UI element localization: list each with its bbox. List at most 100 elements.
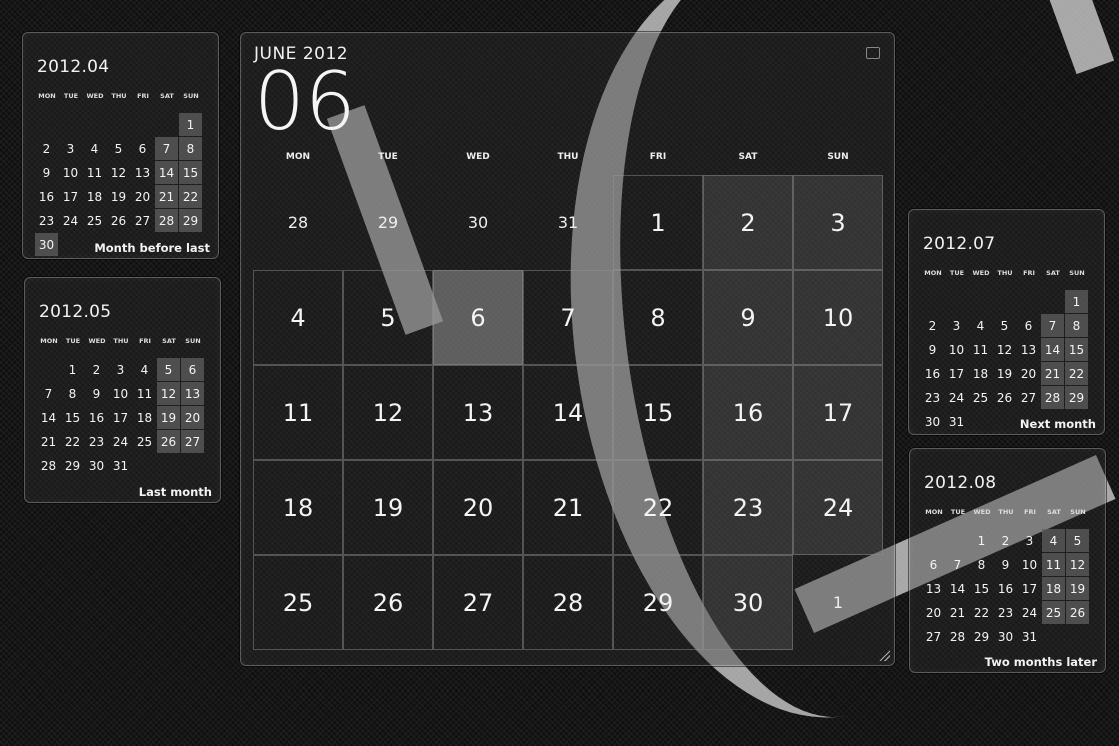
day-cell[interactable]: 16 [703, 365, 793, 460]
mini-day-cell[interactable]: 4 [133, 358, 156, 381]
mini-day-cell[interactable]: 25 [133, 430, 156, 453]
mini-day-cell[interactable]: 26 [157, 430, 180, 453]
day-cell[interactable]: 4 [253, 270, 343, 365]
mini-day-cell[interactable]: 17 [945, 362, 968, 385]
mini-day-cell[interactable]: 6 [922, 553, 945, 576]
day-cell[interactable]: 1 [793, 555, 883, 650]
mini-day-cell[interactable]: 14 [155, 161, 178, 184]
mini-day-cell[interactable]: 11 [133, 382, 156, 405]
mini-day-cell[interactable]: 8 [61, 382, 84, 405]
mini-day-cell[interactable]: 9 [35, 161, 58, 184]
mini-day-cell[interactable]: 25 [1042, 601, 1065, 624]
mini-day-cell[interactable]: 3 [1018, 529, 1041, 552]
mini-day-cell[interactable]: 21 [946, 601, 969, 624]
mini-day-cell[interactable]: 20 [131, 185, 154, 208]
day-cell[interactable]: 28 [253, 175, 343, 270]
day-cell[interactable]: 27 [433, 555, 523, 650]
mini-day-cell[interactable]: 22 [970, 601, 993, 624]
mini-day-cell[interactable]: 21 [37, 430, 60, 453]
mini-day-cell[interactable]: 21 [155, 185, 178, 208]
mini-day-cell[interactable]: 13 [131, 161, 154, 184]
mini-day-cell[interactable]: 9 [85, 382, 108, 405]
mini-day-cell[interactable]: 3 [59, 137, 82, 160]
mini-day-cell[interactable]: 20 [1017, 362, 1040, 385]
mini-day-cell[interactable]: 28 [37, 454, 60, 477]
mini-day-cell[interactable]: 1 [179, 113, 202, 136]
mini-day-cell[interactable]: 2 [85, 358, 108, 381]
mini-day-cell[interactable]: 3 [945, 314, 968, 337]
mini-day-cell[interactable]: 9 [921, 338, 944, 361]
day-cell[interactable]: 22 [613, 460, 703, 555]
mini-day-cell[interactable]: 5 [107, 137, 130, 160]
mini-day-cell[interactable]: 14 [37, 406, 60, 429]
day-cell[interactable]: 30 [703, 555, 793, 650]
mini-day-cell[interactable]: 12 [993, 338, 1016, 361]
mini-day-cell[interactable]: 20 [922, 601, 945, 624]
day-cell[interactable]: 24 [793, 460, 883, 555]
fullscreen-icon[interactable] [866, 47, 880, 59]
mini-day-cell[interactable]: 6 [1017, 314, 1040, 337]
day-cell[interactable]: 13 [433, 365, 523, 460]
mini-day-cell[interactable]: 19 [1066, 577, 1089, 600]
day-cell[interactable]: 19 [343, 460, 433, 555]
mini-day-cell[interactable]: 8 [970, 553, 993, 576]
mini-day-cell[interactable]: 27 [1017, 386, 1040, 409]
mini-day-cell[interactable]: 12 [157, 382, 180, 405]
mini-day-cell[interactable]: 23 [85, 430, 108, 453]
mini-day-cell[interactable]: 12 [1066, 553, 1089, 576]
mini-day-cell[interactable]: 4 [1042, 529, 1065, 552]
mini-day-cell[interactable]: 17 [1018, 577, 1041, 600]
mini-day-cell[interactable]: 8 [1065, 314, 1088, 337]
day-cell[interactable]: 26 [343, 555, 433, 650]
mini-day-cell[interactable]: 2 [35, 137, 58, 160]
mini-day-cell[interactable]: 16 [921, 362, 944, 385]
mini-day-cell[interactable]: 24 [109, 430, 132, 453]
mini-day-cell[interactable]: 22 [1065, 362, 1088, 385]
mini-day-cell[interactable]: 28 [946, 625, 969, 648]
mini-day-cell[interactable]: 29 [1065, 386, 1088, 409]
mini-day-cell[interactable]: 15 [1065, 338, 1088, 361]
day-cell[interactable]: 10 [793, 270, 883, 365]
mini-day-cell[interactable]: 18 [1042, 577, 1065, 600]
mini-day-cell[interactable]: 2 [994, 529, 1017, 552]
mini-day-cell[interactable]: 10 [109, 382, 132, 405]
mini-day-cell[interactable]: 1 [1065, 290, 1088, 313]
mini-day-cell[interactable]: 13 [181, 382, 204, 405]
day-cell[interactable]: 5 [343, 270, 433, 365]
mini-day-cell[interactable]: 25 [969, 386, 992, 409]
mini-day-cell[interactable]: 16 [35, 185, 58, 208]
day-cell[interactable]: 15 [613, 365, 703, 460]
mini-day-cell[interactable]: 15 [61, 406, 84, 429]
mini-day-cell[interactable]: 6 [181, 358, 204, 381]
day-cell[interactable]: 2 [703, 175, 793, 270]
mini-day-cell[interactable]: 10 [1018, 553, 1041, 576]
mini-day-cell[interactable]: 13 [1017, 338, 1040, 361]
mini-day-cell[interactable]: 5 [993, 314, 1016, 337]
mini-day-cell[interactable]: 31 [1018, 625, 1041, 648]
mini-day-cell[interactable]: 7 [37, 382, 60, 405]
mini-day-cell[interactable]: 2 [921, 314, 944, 337]
day-cell[interactable]: 1 [613, 175, 703, 270]
mini-day-cell[interactable]: 23 [921, 386, 944, 409]
mini-day-cell[interactable]: 19 [107, 185, 130, 208]
mini-day-cell[interactable]: 17 [59, 185, 82, 208]
mini-day-cell[interactable]: 9 [994, 553, 1017, 576]
day-cell[interactable]: 7 [523, 270, 613, 365]
mini-day-cell[interactable]: 29 [179, 209, 202, 232]
mini-day-cell[interactable]: 24 [945, 386, 968, 409]
mini-day-cell[interactable]: 5 [157, 358, 180, 381]
mini-day-cell[interactable]: 16 [85, 406, 108, 429]
mini-day-cell[interactable]: 30 [921, 410, 944, 433]
mini-day-cell[interactable]: 29 [970, 625, 993, 648]
mini-day-cell[interactable]: 4 [83, 137, 106, 160]
day-cell[interactable]: 21 [523, 460, 613, 555]
mini-day-cell[interactable]: 11 [83, 161, 106, 184]
mini-day-cell[interactable]: 28 [1041, 386, 1064, 409]
mini-day-cell[interactable]: 1 [970, 529, 993, 552]
day-cell[interactable]: 11 [253, 365, 343, 460]
day-cell[interactable]: 14 [523, 365, 613, 460]
resize-handle[interactable] [878, 649, 890, 661]
mini-day-cell[interactable]: 14 [1041, 338, 1064, 361]
day-cell[interactable]: 29 [343, 175, 433, 270]
mini-day-cell[interactable]: 10 [945, 338, 968, 361]
